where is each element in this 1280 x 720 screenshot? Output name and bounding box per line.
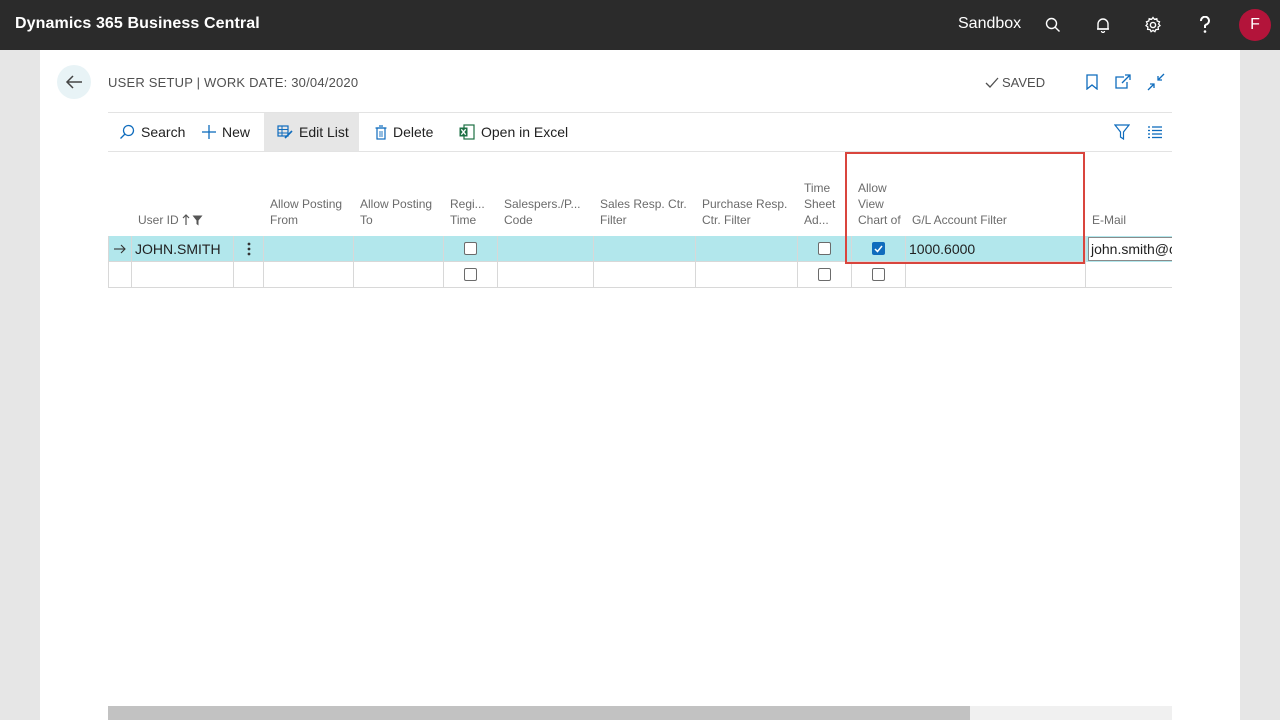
- open-in-excel-button[interactable]: Open in Excel: [451, 113, 576, 151]
- trash-icon: [375, 124, 387, 140]
- cell-time-sheet-admin: [798, 262, 852, 288]
- filter-applied-icon: [192, 215, 203, 226]
- cell-salespers-code[interactable]: [498, 262, 594, 288]
- cell-sales-resp-ctr-filter[interactable]: [594, 262, 696, 288]
- time-sheet-admin-checkbox[interactable]: [818, 268, 831, 281]
- saved-status: SAVED: [985, 75, 1045, 90]
- delete-button[interactable]: Delete: [367, 113, 441, 151]
- search-button[interactable]: Search: [111, 113, 193, 151]
- edit-list-icon: [277, 125, 293, 139]
- more-vertical-icon: [247, 242, 250, 255]
- table-row[interactable]: JOHN.SMITH 1000.6000 john.smith@c: [108, 236, 1172, 262]
- cell-allow-posting-to[interactable]: [354, 236, 444, 262]
- checkmark-icon: [985, 77, 999, 88]
- table-row[interactable]: [108, 262, 1172, 288]
- horizontal-scrollbar[interactable]: [108, 706, 1172, 720]
- bookmark-icon[interactable]: [1083, 73, 1101, 91]
- column-header-user-id-label: User ID: [138, 213, 179, 227]
- open-new-window-icon[interactable]: [1114, 73, 1132, 91]
- sort-ascending-icon: [182, 214, 190, 225]
- cell-allow-view-chart-of: [852, 236, 906, 262]
- allow-view-chart-of-checkbox[interactable]: [872, 268, 885, 281]
- cell-time-sheet-admin: [798, 236, 852, 262]
- filter-icon[interactable]: [1113, 124, 1131, 145]
- column-header-purchase-resp-ctr-filter[interactable]: Purchase Resp. Ctr. Filter: [696, 152, 798, 236]
- back-button[interactable]: [57, 65, 91, 99]
- cell-allow-posting-from[interactable]: [264, 236, 354, 262]
- list-view-icon[interactable]: [1147, 125, 1163, 144]
- arrow-right-icon: [114, 244, 126, 253]
- cell-salespers-code[interactable]: [498, 236, 594, 262]
- column-header-time-sheet-admin[interactable]: Time Sheet Ad...: [798, 152, 852, 236]
- row-indicator: [108, 262, 132, 288]
- user-avatar[interactable]: F: [1239, 9, 1271, 41]
- cell-user-id[interactable]: [132, 262, 234, 288]
- scrollbar-thumb[interactable]: [108, 706, 970, 720]
- allow-view-chart-of-checkbox[interactable]: [872, 242, 885, 255]
- cell-email[interactable]: [1086, 262, 1172, 288]
- new-button[interactable]: New: [194, 113, 258, 151]
- register-time-checkbox[interactable]: [464, 268, 477, 281]
- cell-sales-resp-ctr-filter[interactable]: [594, 236, 696, 262]
- column-header-gl-account-filter[interactable]: G/L Account Filter: [906, 152, 1086, 236]
- checkmark-icon: [874, 245, 883, 253]
- column-header-register-time[interactable]: Regi... Time: [444, 152, 498, 236]
- column-header-user-id[interactable]: User ID: [132, 152, 232, 236]
- page-title: USER SETUP | WORK DATE: 30/04/2020: [108, 75, 359, 90]
- cell-gl-account-filter[interactable]: [906, 262, 1086, 288]
- column-header-allow-posting-from[interactable]: Allow Posting From: [264, 152, 354, 236]
- cell-user-id[interactable]: JOHN.SMITH: [132, 236, 234, 262]
- cell-gl-account-filter[interactable]: 1000.6000: [906, 236, 1086, 262]
- row-menu-button[interactable]: [234, 236, 264, 262]
- cell-allow-posting-to[interactable]: [354, 262, 444, 288]
- column-header-allow-posting-to[interactable]: Allow Posting To: [354, 152, 444, 236]
- row-indicator: [108, 236, 132, 262]
- help-question-icon[interactable]: [1193, 13, 1217, 37]
- plus-icon: [202, 125, 216, 139]
- new-button-label: New: [222, 124, 251, 140]
- saved-status-label: SAVED: [1002, 75, 1046, 90]
- search-icon: [120, 124, 135, 139]
- cell-register-time: [444, 236, 498, 262]
- user-setup-grid: User ID Allow Posting From Allow Posting…: [108, 152, 1172, 292]
- cell-allow-posting-from[interactable]: [264, 262, 354, 288]
- app-title[interactable]: Dynamics 365 Business Central: [15, 15, 260, 33]
- action-bar: Search New Edit List Delete Open in Exce…: [108, 112, 1172, 152]
- column-header-sales-resp-ctr-filter[interactable]: Sales Resp. Ctr. Filter: [594, 152, 696, 236]
- register-time-checkbox[interactable]: [464, 242, 477, 255]
- excel-icon: [459, 124, 475, 140]
- app-bar: Dynamics 365 Business Central Sandbox F: [0, 0, 1280, 50]
- environment-name: Sandbox: [958, 15, 1022, 32]
- cell-register-time: [444, 262, 498, 288]
- edit-list-button-label: Edit List: [299, 124, 349, 140]
- column-header-salespers-code[interactable]: Salespers./P... Code: [498, 152, 594, 236]
- cell-email-input[interactable]: john.smith@c: [1088, 237, 1172, 261]
- collapse-icon[interactable]: [1147, 73, 1165, 91]
- time-sheet-admin-checkbox[interactable]: [818, 242, 831, 255]
- row-menu-cell: [234, 262, 264, 288]
- column-header-email[interactable]: E-Mail: [1086, 152, 1172, 236]
- arrow-left-icon: [65, 75, 82, 89]
- search-icon[interactable]: [1041, 13, 1065, 37]
- cell-purchase-resp-ctr-filter[interactable]: [696, 236, 798, 262]
- open-in-excel-button-label: Open in Excel: [481, 124, 569, 140]
- search-button-label: Search: [141, 124, 186, 140]
- cell-allow-view-chart-of: [852, 262, 906, 288]
- edit-list-button[interactable]: Edit List: [264, 113, 359, 151]
- cell-purchase-resp-ctr-filter[interactable]: [696, 262, 798, 288]
- notification-bell-icon[interactable]: [1091, 13, 1115, 37]
- column-header-allow-view-chart-of[interactable]: Allow View Chart of: [852, 152, 906, 236]
- settings-gear-icon[interactable]: [1141, 13, 1165, 37]
- delete-button-label: Delete: [393, 124, 434, 140]
